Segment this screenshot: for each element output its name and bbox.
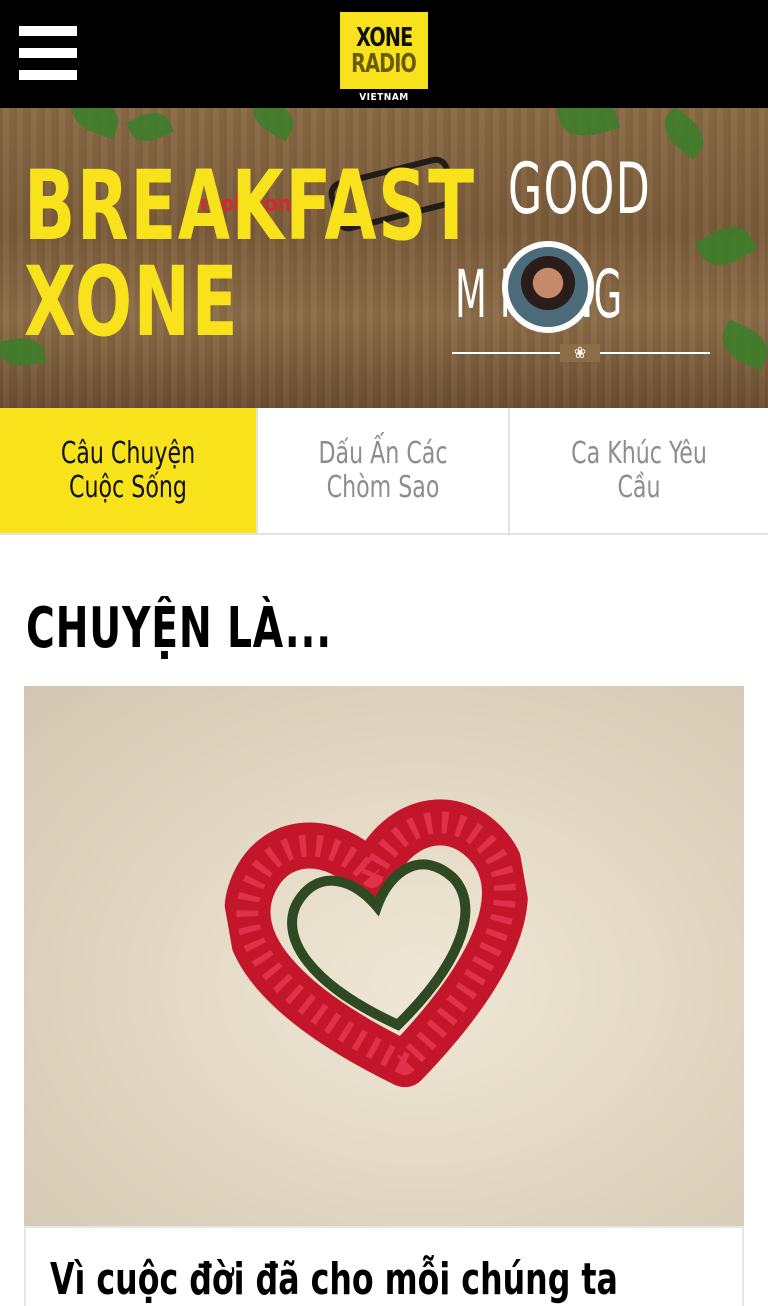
rose-heart-icon [224,799,528,1088]
logo-line1: XONE [355,22,413,53]
section-title: CHUYỆN LÀ... [26,596,332,661]
ivy-leaf-decoration [245,108,301,142]
article-card[interactable]: Vì cuộc đời đã cho mỗi chúng ta [24,1226,744,1306]
host-avatar [502,241,594,333]
tab-label: Dấu Ấn Các Chòm Sao [318,435,448,505]
tab-label: Câu Chuyện Cuộc Sống [60,435,196,505]
ivy-leaf-decoration [694,217,758,275]
greeting-top: GOOD [508,148,652,230]
banner-title-line1: BREAKFAST [24,150,476,262]
top-bar: XONE RADIO VIETNAM [0,0,768,108]
rose-heart-image[interactable] [24,686,744,1226]
logo-subtitle: VIETNAM [359,92,409,103]
breakfast-xone-banner: mobifone BREAKFAST XONE GOOD M RNING ❀ [0,108,768,408]
tab-ca-khuc-yeu-cau[interactable]: Ca Khúc Yêu Cầu [510,408,768,533]
hamburger-menu-icon[interactable] [19,26,77,80]
banner-title: BREAKFAST XONE [24,158,476,350]
logo-line2: RADIO [351,48,418,79]
xone-radio-logo[interactable]: XONE RADIO VIETNAM [340,12,428,108]
category-tabs: Câu Chuyện Cuộc Sống Dấu Ấn Các Chòm Sao… [0,408,768,535]
tab-label: Ca Khúc Yêu Cầu [571,435,707,505]
tab-dau-an-cac-chom-sao[interactable]: Dấu Ấn Các Chòm Sao [256,408,510,533]
ivy-leaf-decoration [125,108,175,149]
lotus-icon: ❀ [560,344,600,362]
tab-cau-chuyen-cuoc-song[interactable]: Câu Chuyện Cuộc Sống [0,408,256,533]
banner-title-line2: XONE [24,246,240,358]
ivy-leaf-decoration [655,108,713,160]
ivy-leaf-decoration [715,319,768,371]
ivy-leaf-decoration [65,108,125,140]
ivy-leaf-decoration [556,108,620,143]
